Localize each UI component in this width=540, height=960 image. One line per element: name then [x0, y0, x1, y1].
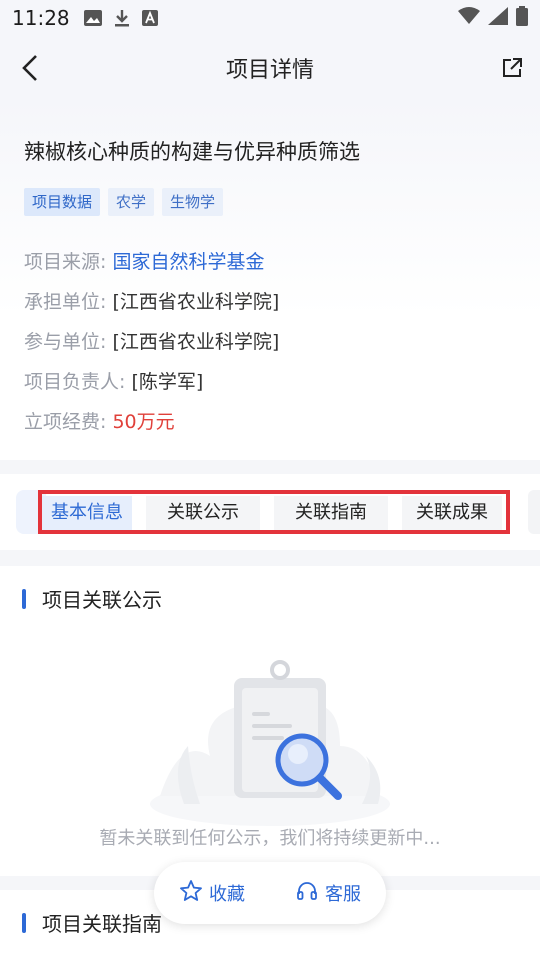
project-info-list: 项目来源: 国家自然科学基金 承担单位: [江西省农业科学院] 参与单位: [江… [24, 248, 279, 448]
star-icon [179, 879, 203, 908]
info-label: 承担单位: [24, 291, 113, 313]
info-label: 立项经费: [24, 411, 113, 433]
favorite-button[interactable]: 收藏 [179, 879, 245, 908]
tab-related-notice[interactable]: 关联公示 [146, 496, 260, 530]
info-label: 项目来源: [24, 251, 113, 273]
section-title: 项目关联指南 [42, 912, 162, 936]
tab-related-results[interactable]: 关联成果 [402, 496, 502, 530]
tab-basic-info[interactable]: 基本信息 [42, 496, 132, 530]
battery-icon [516, 6, 528, 30]
info-value: [江西省农业科学院] [112, 331, 280, 353]
share-icon[interactable] [496, 52, 528, 84]
info-value: [陈学军] [131, 371, 204, 393]
info-row-source: 项目来源: 国家自然科学基金 [24, 248, 279, 288]
favorite-label: 收藏 [209, 884, 245, 905]
back-icon[interactable] [14, 52, 46, 84]
info-label: 参与单位: [24, 331, 113, 353]
info-row-leader: 项目负责人: [陈学军] [24, 368, 279, 408]
info-row-participating: 参与单位: [江西省农业科学院] [24, 328, 279, 368]
tab-related-guide[interactable]: 关联指南 [274, 496, 388, 530]
navigation-bar: 项目详情 [0, 36, 540, 100]
empty-state-text: 暂未关联到任何公示，我们将持续更新中... [99, 828, 441, 849]
wifi-icon [458, 7, 480, 29]
info-row-undertaking: 承担单位: [江西省农业科学院] [24, 288, 279, 328]
customer-service-button[interactable]: 客服 [295, 879, 361, 908]
floating-action-bar: 收藏 客服 [154, 862, 386, 924]
project-tags: 项目数据 农学 生物学 [24, 188, 224, 216]
section-header: 项目关联公示 [22, 584, 162, 613]
funding-source-link[interactable]: 国家自然科学基金 [112, 251, 264, 273]
funding-amount: 50万元 [112, 411, 175, 433]
image-notification-icon [83, 10, 102, 26]
tag-biology: 生物学 [162, 188, 224, 216]
tag-project-data: 项目数据 [24, 188, 101, 216]
page-title: 项目详情 [225, 58, 314, 83]
section-title: 项目关联公示 [42, 588, 162, 612]
section-accent-bar [22, 912, 26, 933]
signal-icon [488, 7, 508, 29]
empty-state-illustration [140, 626, 400, 826]
project-header: 辣椒核心种质的构建与优异种质筛选 项目数据 农学 生物学 项目来源: 国家自然科… [0, 100, 540, 460]
headset-icon [295, 879, 319, 908]
related-notice-section: 项目关联公示 暂未关联到任何公示，我们将持续更新中... [0, 566, 540, 876]
section-accent-bar [22, 588, 26, 609]
status-bar: 11:28 [0, 0, 540, 36]
tag-agronomy: 农学 [108, 188, 155, 216]
info-label: 项目负责人: [24, 371, 132, 393]
info-row-funding: 立项经费: 50万元 [24, 408, 279, 448]
tab-strip-edge [528, 490, 540, 534]
info-value: [江西省农业科学院] [112, 291, 280, 313]
download-notification-icon [114, 9, 130, 27]
tabs-section: 基本信息 关联公示 关联指南 关联成果 [0, 474, 540, 550]
section-header: 项目关联指南 [22, 908, 162, 937]
font-notification-icon [141, 10, 158, 26]
customer-service-label: 客服 [325, 884, 361, 905]
project-title: 辣椒核心种质的构建与优异种质筛选 [24, 140, 360, 164]
status-time: 11:28 [12, 6, 70, 30]
